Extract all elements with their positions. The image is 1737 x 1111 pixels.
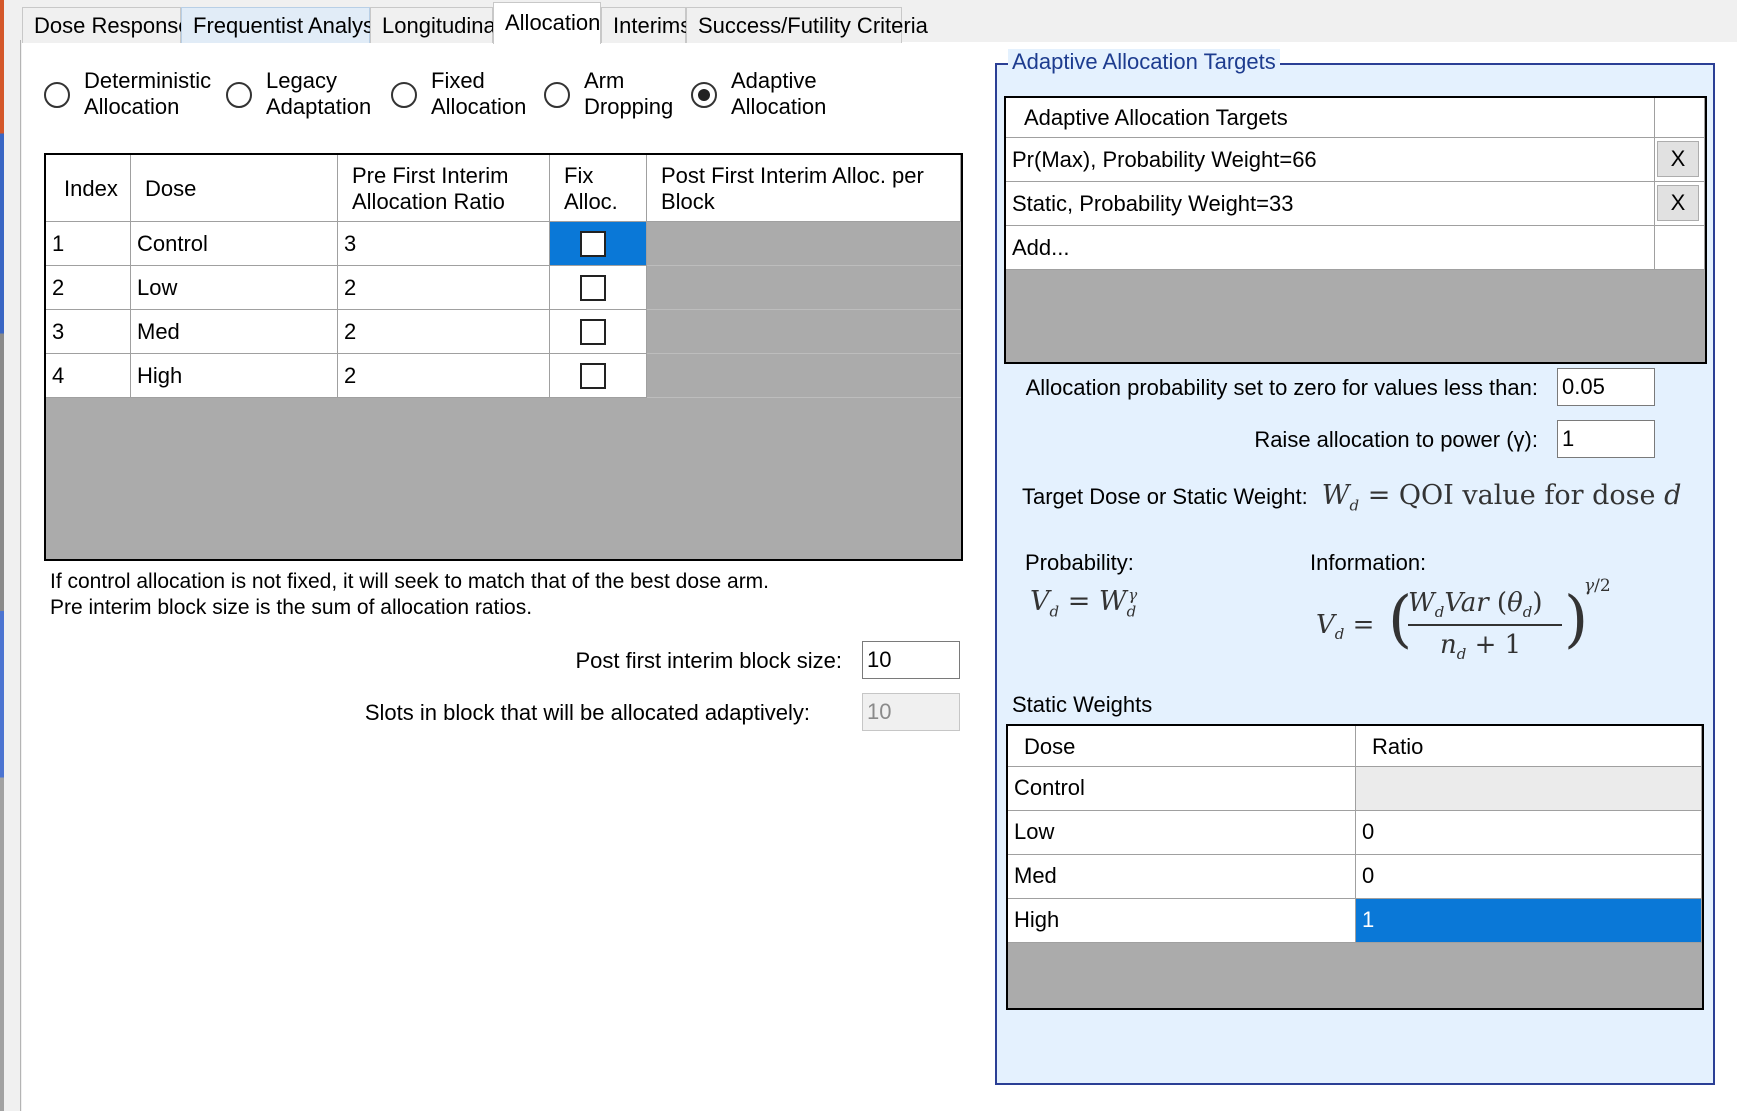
checkbox-fix-alloc[interactable]	[580, 231, 606, 257]
cell-dose[interactable]: High	[131, 354, 338, 398]
radio-label: Deterministic Allocation	[84, 68, 212, 119]
cell-pre-ratio[interactable]: 2	[338, 310, 550, 354]
cell-dose[interactable]: Low	[1008, 811, 1356, 855]
target-item[interactable]: Static, Probability Weight=33	[1006, 182, 1655, 226]
post-block-size-input[interactable]: 10	[862, 641, 960, 679]
radio-label: Arm Dropping	[584, 68, 674, 119]
radio-label: Legacy Adaptation	[266, 68, 372, 119]
add-row-blank	[1655, 226, 1705, 270]
cell-pre-ratio[interactable]: 3	[338, 222, 550, 266]
radio-label: Fixed Allocation	[431, 68, 527, 119]
panel-border	[20, 40, 21, 1111]
column-header-dose[interactable]: Dose	[1008, 726, 1356, 767]
target-remove-cell: X	[1655, 138, 1705, 182]
cell-pre-ratio[interactable]: 2	[338, 266, 550, 310]
zero-threshold-label: Allocation probability set to zero for v…	[1025, 375, 1538, 400]
cell-post-alloc	[647, 354, 961, 398]
radio-button-icon	[391, 82, 417, 108]
control-allocation-note: If control allocation is not fixed, it w…	[50, 570, 770, 593]
tab-success-futility-criteria[interactable]: Success/Futility Criteria	[686, 7, 928, 43]
static-weights-title: Static Weights	[1012, 692, 1153, 717]
checkbox-fix-alloc[interactable]	[580, 275, 606, 301]
column-header-dose[interactable]: Dose	[131, 155, 338, 222]
cell-pre-ratio[interactable]: 2	[338, 354, 550, 398]
column-header-index[interactable]: Index	[46, 155, 131, 222]
radio-legacy-adaptation[interactable]: Legacy Adaptation	[226, 68, 371, 120]
information-formula: Vd = ( WdVar (θd) nd + 1 ) γ/2	[1316, 576, 1611, 664]
cell-dose[interactable]: Control	[131, 222, 338, 266]
tab-frequentist-analysis[interactable]: Frequentist Analysis	[181, 7, 390, 43]
cell-index[interactable]: 2	[46, 266, 131, 310]
target-weight-label: Target Dose or Static Weight:	[1022, 484, 1308, 509]
cell-ratio[interactable]: 0	[1356, 855, 1702, 899]
column-header-fix-alloc[interactable]: Fix Alloc.	[550, 155, 647, 222]
radio-adaptive-allocation[interactable]: Adaptive Allocation	[691, 68, 826, 120]
cell-dose[interactable]: Med	[131, 310, 338, 354]
cell-ratio[interactable]: 0	[1356, 811, 1702, 855]
radio-deterministic-allocation[interactable]: Deterministic Allocation	[44, 68, 211, 120]
block-size-note: Pre interim block size is the sum of all…	[50, 596, 533, 619]
probability-label: Probability:	[1025, 550, 1134, 575]
cell-fix-alloc[interactable]	[550, 310, 647, 354]
cell-post-alloc	[647, 266, 961, 310]
tab-allocation[interactable]: Allocation	[493, 2, 601, 44]
adaptive-slots-label: Slots in block that will be allocated ad…	[364, 700, 810, 725]
cell-post-alloc	[647, 222, 961, 266]
tab-interims[interactable]: Interims	[601, 7, 691, 43]
cell-dose[interactable]: Control	[1008, 767, 1356, 811]
cell-dose[interactable]: Low	[131, 266, 338, 310]
probability-formula: Vd = Wdγ	[1030, 586, 1138, 621]
radio-label: Adaptive Allocation	[731, 68, 827, 119]
target-formula: Wd = QOI value for dose d	[1321, 480, 1682, 515]
cell-fix-alloc[interactable]	[550, 354, 647, 398]
add-target-row[interactable]: Add...	[1006, 226, 1655, 270]
information-label: Information:	[1310, 550, 1427, 575]
target-item[interactable]: Pr(Max), Probability Weight=66	[1006, 138, 1655, 182]
cell-fix-alloc[interactable]	[550, 266, 647, 310]
adaptive-targets-grid[interactable]: Adaptive Allocation Targets Pr(Max), Pro…	[1004, 96, 1707, 364]
static-weights-grid[interactable]: Dose Ratio Control Low 0 Med 0 High 1	[1006, 724, 1704, 1010]
zero-threshold-input[interactable]: 0.05	[1557, 368, 1655, 406]
cell-index[interactable]: 4	[46, 354, 131, 398]
radio-fixed-allocation[interactable]: Fixed Allocation	[391, 68, 526, 120]
tab-dose-response[interactable]: Dose Response	[22, 7, 191, 43]
allocation-power-label: Raise allocation to power (γ):	[1254, 427, 1538, 452]
targets-header-blank	[1655, 98, 1705, 138]
cell-fix-alloc-selected[interactable]	[550, 222, 647, 266]
column-header-ratio[interactable]: Ratio	[1356, 726, 1702, 767]
checkbox-fix-alloc[interactable]	[580, 319, 606, 345]
column-header-post-alloc[interactable]: Post First Interim Alloc. per Block	[647, 155, 961, 222]
radio-button-icon	[226, 82, 252, 108]
remove-target-button[interactable]: X	[1657, 141, 1699, 177]
cell-ratio-selected[interactable]: 1	[1356, 899, 1702, 943]
target-remove-cell: X	[1655, 182, 1705, 226]
radio-button-checked-icon	[691, 82, 717, 108]
dose-allocation-grid[interactable]: Index Dose Pre First Interim Allocation R…	[44, 153, 963, 561]
cell-dose[interactable]: High	[1008, 899, 1356, 943]
cell-ratio-disabled	[1356, 767, 1702, 811]
cell-post-alloc	[647, 310, 961, 354]
remove-target-button[interactable]: X	[1657, 185, 1699, 221]
cell-index[interactable]: 3	[46, 310, 131, 354]
radio-arm-dropping[interactable]: Arm Dropping	[544, 68, 673, 120]
cell-index[interactable]: 1	[46, 222, 131, 266]
tab-longitudinal[interactable]: Longitudinal	[370, 7, 501, 43]
checkbox-fix-alloc[interactable]	[580, 363, 606, 389]
allocation-power-input[interactable]: 1	[1557, 420, 1655, 458]
group-title: Adaptive Allocation Targets	[1008, 49, 1280, 75]
column-header-pre-ratio[interactable]: Pre First Interim Allocation Ratio	[338, 155, 550, 222]
post-block-size-label: Post first interim block size:	[575, 648, 842, 673]
radio-button-icon	[44, 82, 70, 108]
radio-button-icon	[544, 82, 570, 108]
window-edge-strip	[0, 0, 4, 1111]
target-formula-row: Target Dose or Static Weight: Wd = QOI v…	[1022, 480, 1681, 514]
adaptive-slots-input: 10	[862, 693, 960, 731]
cell-dose[interactable]: Med	[1008, 855, 1356, 899]
targets-column-header[interactable]: Adaptive Allocation Targets	[1006, 98, 1655, 138]
